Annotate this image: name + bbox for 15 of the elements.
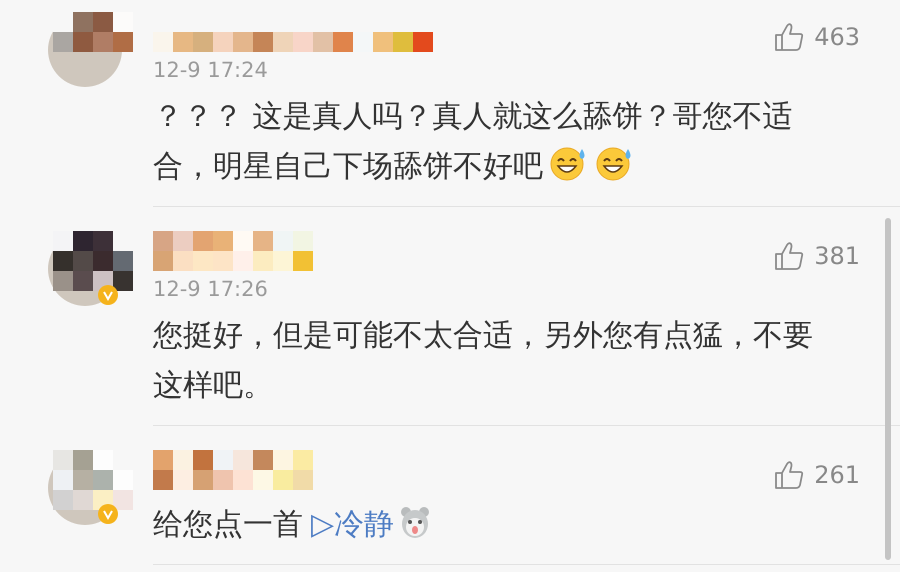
- avatar[interactable]: [48, 231, 134, 307]
- comment-text: 给您点一首 ▷冷静: [153, 500, 838, 550]
- comment-time: 12-9 17:24: [153, 58, 269, 82]
- thumbs-up-icon[interactable]: [774, 22, 804, 52]
- thumbs-up-icon[interactable]: [774, 241, 804, 271]
- comment-text: ？？？ 这是真人吗？真人就这么舔饼？哥您不适合，明星自己下场舔饼不好吧: [153, 98, 794, 186]
- like-count: 261: [814, 461, 860, 489]
- like-count: 463: [814, 23, 860, 51]
- scrollbar[interactable]: [885, 218, 891, 560]
- music-link[interactable]: ▷冷静: [311, 507, 394, 542]
- comment-text: 您挺好，但是可能不太合适，另外您有点猛，不要这样吧。: [153, 317, 814, 405]
- thumbs-up-icon[interactable]: [774, 460, 804, 490]
- animal-face-icon: [400, 505, 430, 539]
- comment-time: 12-9 17:26: [153, 277, 269, 301]
- like-count: 381: [814, 242, 860, 270]
